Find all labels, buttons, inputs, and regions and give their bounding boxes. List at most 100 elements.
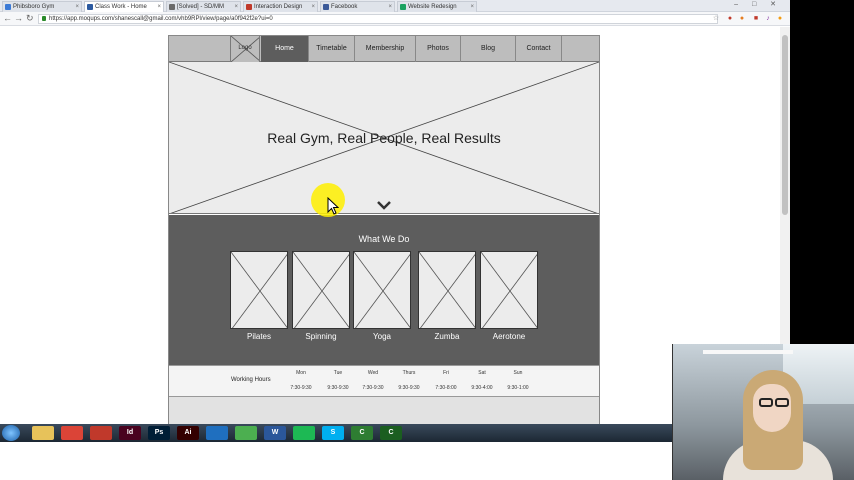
hours-time-value: 9:30-9:30 (327, 385, 349, 391)
browser-tab[interactable]: Phibsboro Gym × (2, 1, 82, 12)
browser-tab[interactable]: Interaction Design × (243, 1, 318, 12)
hours-time-value: 7:30-9:30 (362, 385, 384, 391)
hours-day-label: Fri (443, 370, 449, 376)
class-label: Spinning (305, 332, 337, 341)
address-toolbar: ← → ↻ https://app.moqups.com/shanescall@… (0, 12, 790, 26)
file-explorer-icon[interactable] (32, 426, 54, 440)
webcam-overlay (672, 344, 854, 480)
tab-favicon-icon (5, 4, 11, 10)
camtasia-icon[interactable]: C (351, 426, 373, 440)
what-we-do-section: What We Do Pilates Spinning Yoga Zumba Aerot… (169, 215, 599, 365)
browser-tab[interactable]: Website Redesign × (397, 1, 477, 12)
nav-item-contact[interactable]: Contact (516, 36, 562, 62)
spotify-icon[interactable] (293, 426, 315, 440)
hours-time-value: 7:30-8:00 (435, 385, 457, 391)
tab-close-icon[interactable]: × (388, 2, 392, 12)
word-icon[interactable]: W (264, 426, 286, 440)
back-icon[interactable]: ← (3, 13, 12, 23)
class-image-placeholder[interactable] (480, 251, 538, 329)
tab-favicon-icon (323, 4, 329, 10)
nav-item-blog[interactable]: Blog (461, 36, 516, 62)
tab-label: Facebook (331, 4, 358, 10)
extension-icon[interactable]: ● (738, 14, 746, 23)
nav-item-home[interactable]: Home (261, 36, 309, 62)
class-label: Aerotone (492, 332, 526, 341)
image-placeholder-icon (481, 252, 537, 328)
tab-label: [Solved] - SD/MM (177, 4, 225, 10)
tab-label: Class Work - Home (95, 4, 147, 10)
tab-favicon-icon (87, 4, 93, 10)
hours-day-label: Mon (296, 370, 306, 376)
lock-icon (42, 16, 46, 21)
tab-label: Phibsboro Gym (13, 4, 55, 10)
window-controls[interactable]: – □ ✕ (734, 0, 782, 8)
logo-placeholder[interactable]: Logo (230, 36, 260, 62)
bookmark-star-icon[interactable]: ☆ (712, 14, 720, 23)
extension-icon[interactable]: ● (776, 14, 784, 23)
tab-close-icon[interactable]: × (311, 2, 315, 12)
indesign-icon[interactable]: Id (119, 426, 141, 440)
scrollbar-thumb[interactable] (782, 35, 788, 215)
hero-banner: Real Gym, Real People, Real Results (169, 62, 599, 214)
start-button[interactable] (2, 425, 20, 441)
extension-icon[interactable]: ● (726, 14, 734, 23)
hours-day-label: Wed (367, 370, 379, 376)
mouse-cursor-icon (327, 197, 339, 215)
tab-close-icon[interactable]: × (470, 2, 474, 12)
class-image-placeholder[interactable] (230, 251, 288, 329)
tab-close-icon[interactable]: × (75, 2, 79, 12)
class-image-placeholder[interactable] (353, 251, 411, 329)
tab-favicon-icon (169, 4, 175, 10)
hours-day-label: Sun (513, 370, 523, 376)
hours-day-label: Tue (333, 370, 343, 376)
class-label: Yoga (373, 332, 391, 341)
reload-icon[interactable]: ↻ (26, 13, 34, 24)
mockup-navbar: Logo Home Timetable Membership Photos Blog Co… (169, 35, 599, 62)
url-text: https://app.moqups.com/shanescall@gmail.… (49, 16, 273, 22)
presenter-face (753, 384, 791, 432)
nav-item-membership[interactable]: Membership (355, 36, 416, 62)
tab-strip: Phibsboro Gym × Class Work - Home × [Solved]… (0, 0, 790, 12)
music-extension-icon[interactable]: ♪ (764, 14, 772, 23)
hours-time-value: 7:30-9:30 (290, 385, 312, 391)
browser-tab[interactable]: [Solved] - SD/MM × (166, 1, 241, 12)
tab-favicon-icon (400, 4, 406, 10)
camtasia-recorder-icon[interactable]: C (380, 426, 402, 440)
class-image-placeholder[interactable] (292, 251, 350, 329)
tab-label: Interaction Design (254, 4, 303, 10)
image-placeholder-icon (419, 252, 475, 328)
image-placeholder-icon (293, 252, 349, 328)
illustrator-icon[interactable]: Ai (177, 426, 199, 440)
image-placeholder-icon (354, 252, 410, 328)
hours-title: Working Hours (231, 377, 271, 383)
nav-item-timetable[interactable]: Timetable (309, 36, 355, 62)
torrent-icon[interactable] (235, 426, 257, 440)
footer-placeholder (169, 397, 599, 424)
logo-label: Logo (238, 45, 252, 51)
vlc-icon[interactable] (90, 426, 112, 440)
hours-day-label: Sat (478, 370, 486, 376)
extension-icon[interactable]: ■ (752, 14, 760, 23)
hours-time-value: 9:30-4:00 (471, 385, 493, 391)
hours-time-value: 9:30-1:00 (507, 385, 529, 391)
forward-icon[interactable]: → (14, 13, 23, 23)
photoshop-icon[interactable]: Ps (148, 426, 170, 440)
wireframe-mockup: Logo Home Timetable Membership Photos Blog Co… (168, 35, 600, 424)
browser-tab[interactable]: Facebook × (320, 1, 395, 12)
hero-title: Real Gym, Real People, Real Results (267, 130, 501, 146)
working-hours-bar: Working Hours Mon 7:30-9:30 Tue 9:30-9:30 We… (169, 365, 599, 397)
tab-favicon-icon (246, 4, 252, 10)
browser-tab[interactable]: Class Work - Home × (84, 1, 164, 12)
nav-item-photos[interactable]: Photos (416, 36, 461, 62)
class-label: Pilates (246, 332, 271, 341)
class-image-placeholder[interactable] (418, 251, 476, 329)
glasses-icon (759, 398, 773, 407)
tab-close-icon[interactable]: × (234, 2, 238, 12)
ceiling-light (703, 350, 793, 354)
url-bar[interactable]: https://app.moqups.com/shanescall@gmail.… (38, 14, 718, 24)
camera-app-icon[interactable] (206, 426, 228, 440)
tab-close-icon[interactable]: × (157, 2, 161, 12)
chevron-down-icon[interactable] (374, 200, 394, 210)
chrome-icon[interactable] (61, 426, 83, 440)
skype-icon[interactable]: S (322, 426, 344, 440)
